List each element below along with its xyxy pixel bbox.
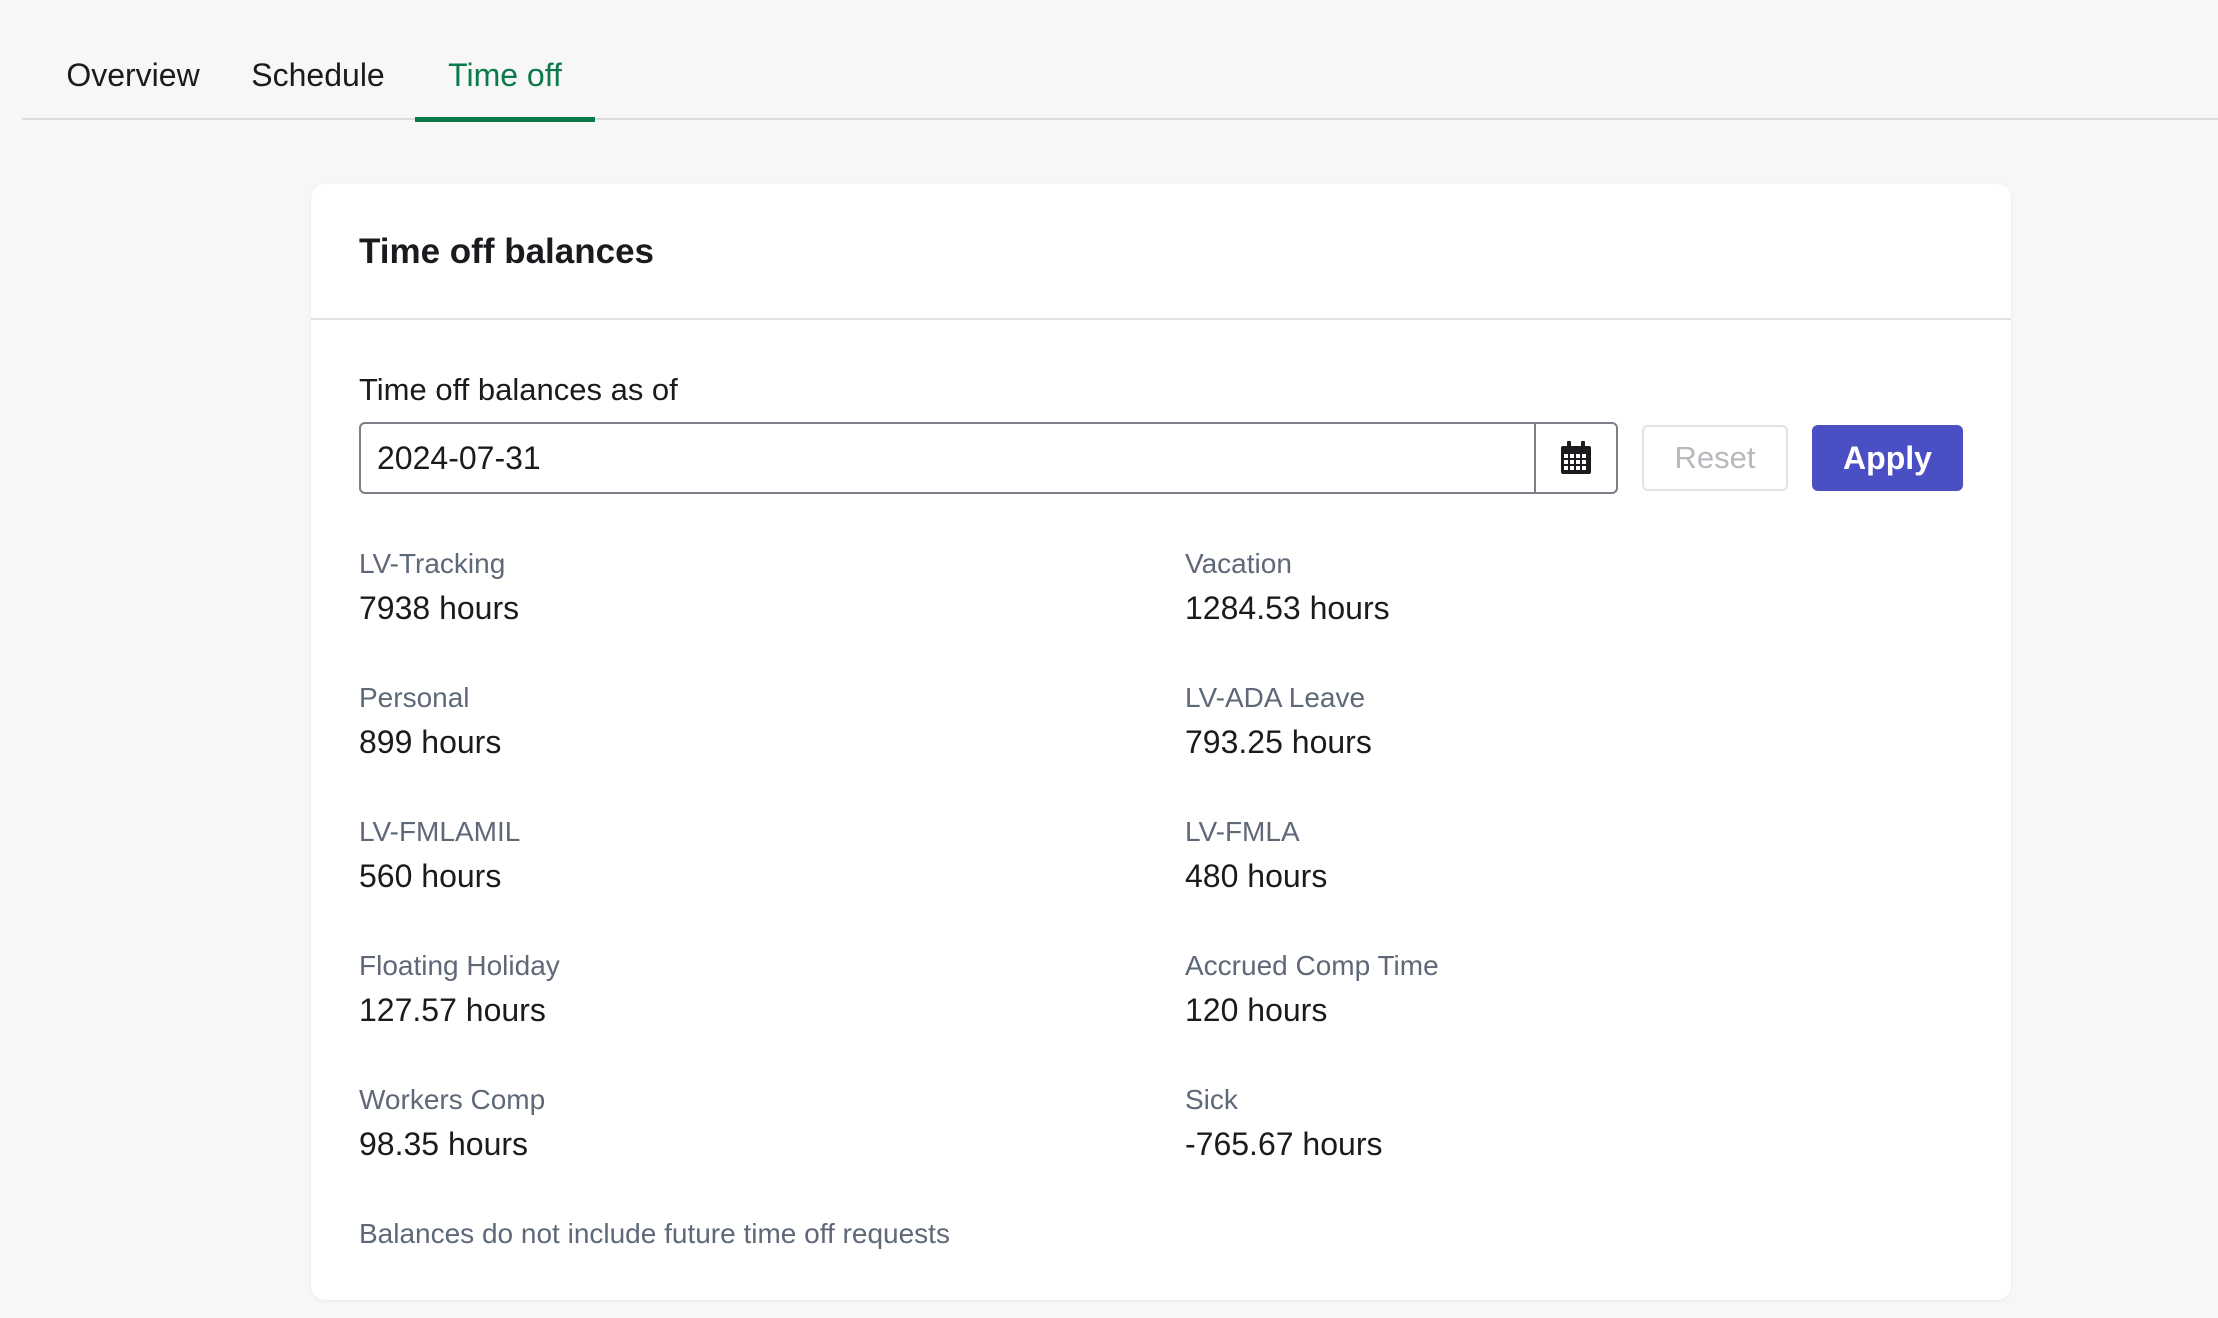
balance-value: 7938 hours bbox=[359, 590, 520, 626]
balance-value: 1284.53 hours bbox=[1185, 590, 1390, 626]
balance-value: 98.35 hours bbox=[359, 1126, 529, 1162]
tab-overview[interactable]: Overview bbox=[55, 0, 211, 120]
calendar-icon bbox=[1561, 441, 1591, 474]
balance-item: LV-ADA Leave 793.25 hours bbox=[1185, 680, 1372, 764]
apply-button[interactable]: Apply bbox=[1812, 425, 1963, 491]
balance-item: Accrued Comp Time 120 hours bbox=[1185, 948, 1439, 1032]
tab-time-off[interactable]: Time off bbox=[415, 0, 595, 122]
balance-name: LV-Tracking bbox=[359, 548, 506, 579]
balance-item: Workers Comp 98.35 hours bbox=[359, 1082, 545, 1166]
balance-item: LV-FMLA 480 hours bbox=[1185, 814, 1327, 898]
balance-value: 480 hours bbox=[1185, 858, 1328, 894]
reset-button[interactable]: Reset bbox=[1642, 425, 1788, 491]
balance-value: 560 hours bbox=[359, 858, 502, 894]
balance-item: LV-Tracking 7938 hours bbox=[359, 546, 519, 630]
balance-name: LV-FMLA bbox=[1185, 816, 1300, 847]
balance-name: Vacation bbox=[1185, 548, 1292, 579]
balance-name: Workers Comp bbox=[359, 1084, 546, 1115]
balance-item: Floating Holiday 127.57 hours bbox=[359, 948, 560, 1032]
balance-name: Accrued Comp Time bbox=[1185, 950, 1439, 981]
balance-name: Personal bbox=[359, 682, 470, 713]
balance-item: Sick -765.67 hours bbox=[1185, 1082, 1382, 1166]
as-of-label: Time off balances as of bbox=[359, 372, 678, 407]
balance-value: 120 hours bbox=[1185, 992, 1328, 1028]
balance-item: Vacation 1284.53 hours bbox=[1185, 546, 1390, 630]
balance-item: LV-FMLAMIL 560 hours bbox=[359, 814, 520, 898]
balance-name: Sick bbox=[1185, 1084, 1238, 1115]
balance-value: 127.57 hours bbox=[359, 992, 546, 1028]
balance-item: Personal 899 hours bbox=[359, 680, 501, 764]
balance-name: Floating Holiday bbox=[359, 950, 560, 981]
balances-note: Balances do not include future time off … bbox=[359, 1218, 950, 1249]
balance-value: -765.67 hours bbox=[1185, 1126, 1383, 1162]
date-picker-button[interactable] bbox=[1534, 424, 1616, 492]
as-of-date-input[interactable] bbox=[361, 424, 1534, 492]
balance-value: 793.25 hours bbox=[1185, 724, 1372, 760]
date-field bbox=[359, 422, 1618, 494]
tab-schedule[interactable]: Schedule bbox=[243, 0, 393, 120]
card-title: Time off balances bbox=[311, 184, 2011, 320]
tab-bar: Overview Schedule Time off bbox=[22, 0, 2218, 122]
balance-value: 899 hours bbox=[359, 724, 502, 760]
balance-name: LV-ADA Leave bbox=[1185, 682, 1366, 713]
balance-name: LV-FMLAMIL bbox=[359, 816, 521, 847]
time-off-balances-card: Time off balances Time off balances as o… bbox=[311, 184, 2011, 1300]
